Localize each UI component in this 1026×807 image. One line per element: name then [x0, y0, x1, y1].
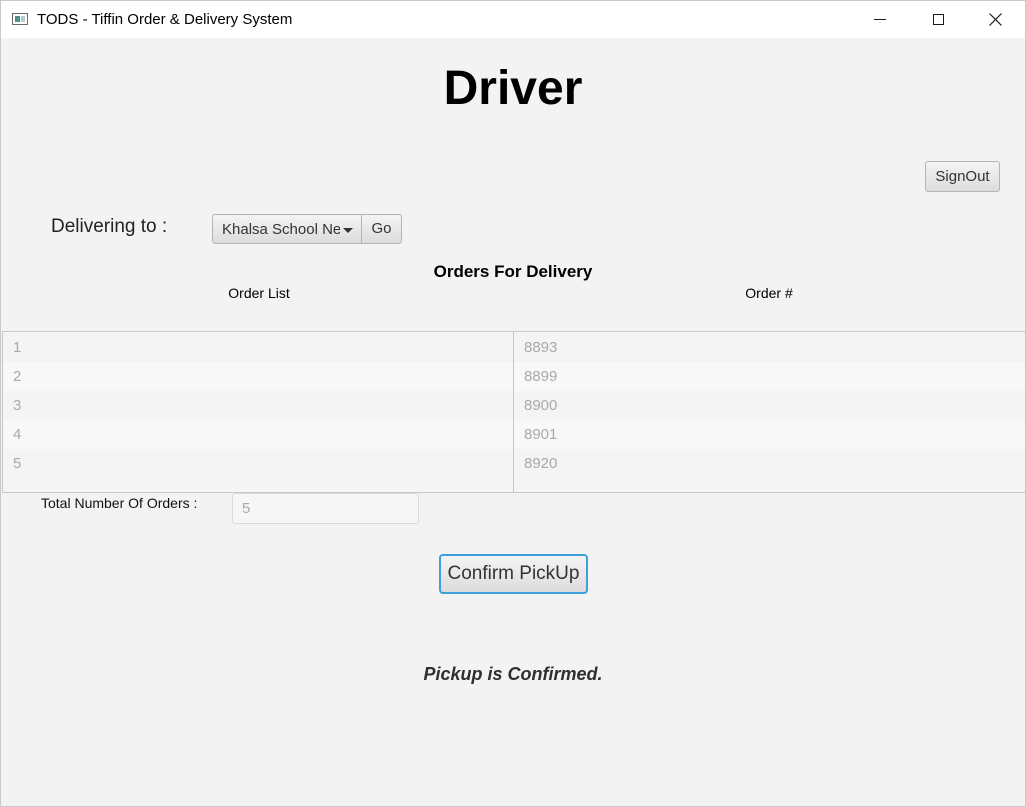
- list-item[interactable]: 1: [3, 333, 513, 362]
- close-icon: [989, 13, 1002, 26]
- location-dropdown[interactable]: Khalsa School Ne...: [212, 214, 362, 244]
- app-window: TODS - Tiffin Order & Delivery System Dr…: [0, 0, 1026, 807]
- column-header-order-number: Order #: [745, 285, 793, 301]
- maximize-button[interactable]: [909, 1, 967, 38]
- list-item[interactable]: 5: [3, 449, 513, 478]
- status-message: Pickup is Confirmed.: [423, 664, 603, 684]
- minimize-icon: [874, 19, 886, 20]
- list-item[interactable]: 8893: [514, 333, 1025, 362]
- go-button[interactable]: Go: [361, 214, 402, 244]
- column-header-order-list: Order List: [228, 285, 290, 301]
- list-item[interactable]: 8899: [514, 362, 1025, 391]
- list-item[interactable]: 8901: [514, 420, 1025, 449]
- list-item[interactable]: 4: [3, 420, 513, 449]
- order-list[interactable]: 1 2 3 4 5: [2, 331, 514, 493]
- list-item[interactable]: 8920: [514, 449, 1025, 478]
- list-item[interactable]: 2: [3, 362, 513, 391]
- total-orders-field[interactable]: [232, 493, 419, 524]
- order-number-list[interactable]: 8893 8899 8900 8901 8920: [513, 331, 1026, 493]
- close-button[interactable]: [967, 1, 1025, 38]
- orders-section-title: Orders For Delivery: [433, 262, 593, 281]
- maximize-icon: [933, 14, 944, 25]
- window-title: TODS - Tiffin Order & Delivery System: [37, 11, 293, 28]
- confirm-pickup-button[interactable]: Confirm PickUp: [439, 554, 588, 594]
- signout-button[interactable]: SignOut: [925, 161, 1000, 192]
- list-item[interactable]: 3: [3, 391, 513, 420]
- page-title: Driver: [443, 62, 583, 115]
- total-orders-label: Total Number Of Orders :: [41, 495, 198, 511]
- chevron-down-icon: [343, 228, 353, 233]
- app-window-icon: [12, 13, 28, 25]
- location-dropdown-value: Khalsa School Ne...: [222, 221, 340, 238]
- list-item[interactable]: 8900: [514, 391, 1025, 420]
- delivering-to-label: Delivering to :: [51, 216, 168, 237]
- minimize-button[interactable]: [851, 1, 909, 38]
- title-bar[interactable]: TODS - Tiffin Order & Delivery System: [1, 1, 1025, 38]
